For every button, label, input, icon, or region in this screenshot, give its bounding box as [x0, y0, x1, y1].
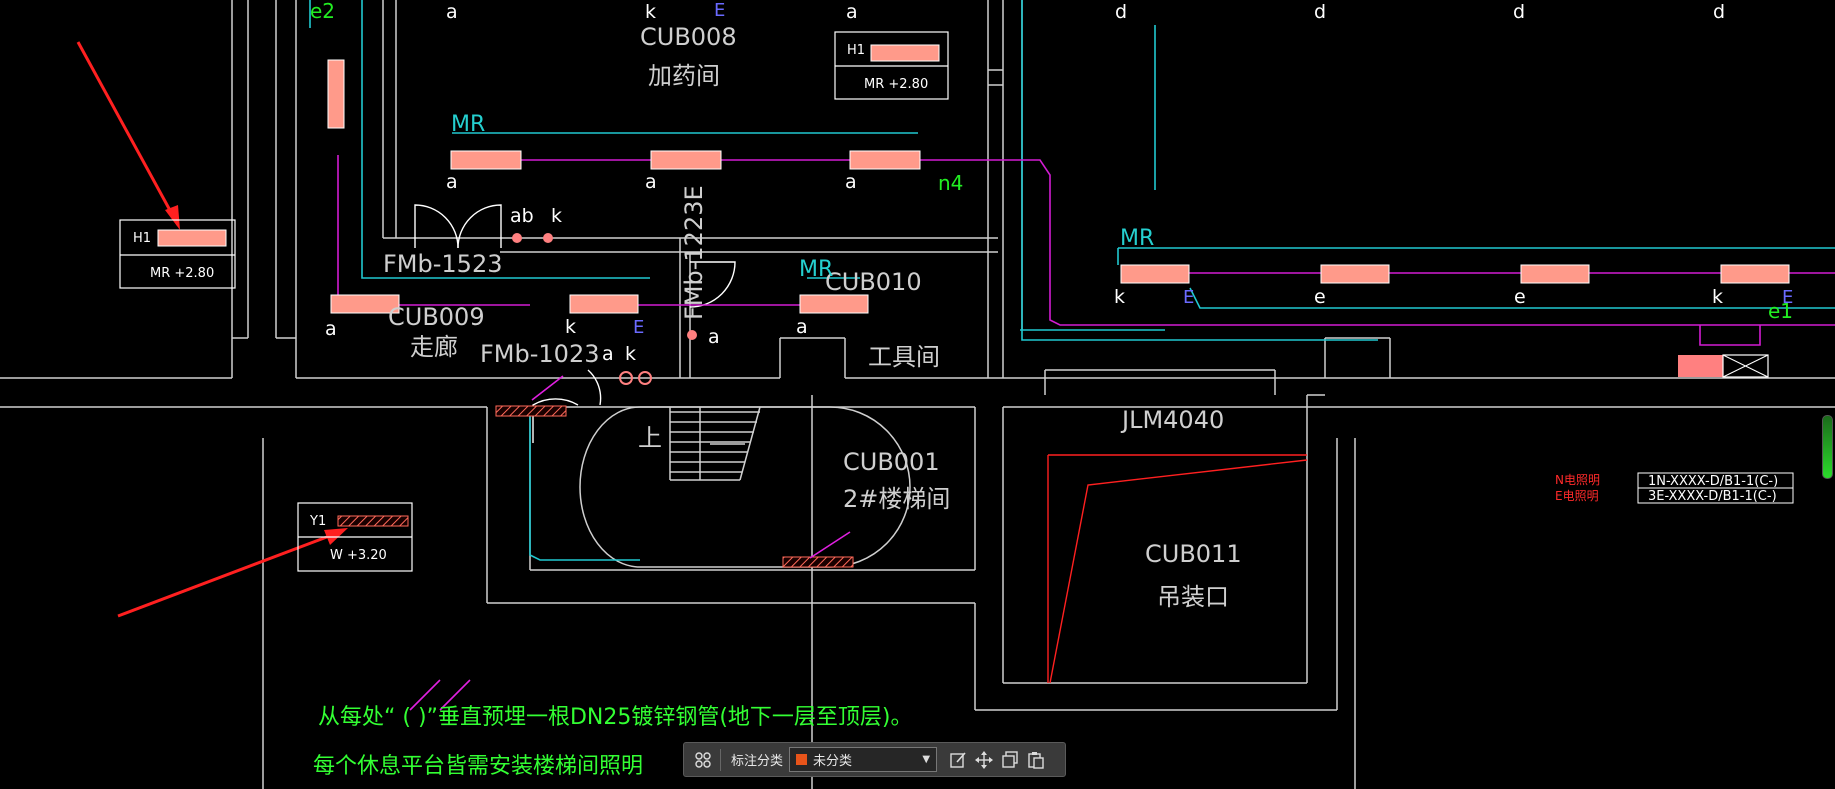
toolbar-divider — [720, 748, 721, 771]
annotation-arrow — [117, 528, 348, 618]
fixture-strip — [650, 150, 722, 170]
cable-tray-lines — [337, 155, 1835, 346]
fixture-strip — [569, 294, 639, 314]
legend-elevation: MR +2.80 — [150, 266, 214, 281]
zoom-scroll-indicator[interactable] — [1822, 415, 1833, 479]
circuit-label: E — [714, 0, 725, 21]
circuit-label: E — [633, 317, 644, 338]
walls — [0, 0, 1835, 789]
legend-elevation: W +3.20 — [330, 548, 387, 563]
fixture-strip — [327, 59, 345, 129]
grid-icon[interactable] — [690, 747, 716, 773]
legend-tag: Y1 — [309, 514, 326, 529]
room-name: 加药间 — [648, 62, 720, 90]
circuit-label: a — [446, 171, 458, 193]
move-icon[interactable] — [971, 747, 997, 773]
circuit-label: a — [846, 1, 858, 23]
circuit-label: a — [708, 326, 720, 348]
legend-box-h1-2: H1 MR +2.80 — [834, 31, 949, 100]
wall-light-hatched — [782, 556, 854, 568]
note-line-2: 每个休息平台皆需安装楼梯间照明 — [313, 754, 643, 779]
room-name: 走廊 — [410, 333, 458, 361]
door-label: FMb-1023 — [480, 340, 599, 368]
copy-icon[interactable] — [997, 747, 1023, 773]
circuit-label: k — [1712, 286, 1723, 308]
category-color-swatch — [796, 754, 808, 765]
circuit-label: e — [1314, 286, 1326, 308]
mr-label: MR — [1120, 226, 1154, 251]
circuit-label: a — [602, 343, 614, 365]
room-name: 吊装口 — [1157, 583, 1229, 611]
legend-tag: H1 — [847, 43, 865, 58]
circuit-label: k — [565, 316, 576, 338]
fixture-strip — [157, 229, 227, 247]
panel-n-label: N电照明 — [1555, 473, 1600, 487]
annotation-toolbar: 标注分类 未分类 ▼ — [683, 742, 1066, 777]
annotation-arrow — [76, 41, 180, 230]
panel-line-1: 1N-XXXX-D/B1-1(C-) — [1648, 474, 1778, 489]
circuit-label: e — [1514, 286, 1526, 308]
door-code: JLM4040 — [1120, 406, 1224, 434]
circuit-label: d — [1314, 1, 1326, 23]
room-name: 工具间 — [868, 343, 940, 371]
legend-elevation: MR +2.80 — [864, 77, 928, 92]
legend-box-y1: Y1 W +3.20 — [297, 502, 413, 572]
room-code: CUB010 — [825, 268, 922, 296]
circuit-label: k — [645, 1, 656, 23]
lifting-opening-lines — [1047, 454, 1308, 684]
circuit-label: k — [625, 343, 636, 365]
magenta-arrows — [409, 375, 851, 711]
note-line-1: 从每处“ ( )”垂直预埋一根DN25镀锌钢管(地下一层至顶层)。 — [318, 705, 913, 730]
fixture-strip — [799, 294, 869, 314]
circuit-label: k — [551, 205, 562, 227]
category-select-value: 未分类 — [813, 754, 853, 769]
circuit-label: a — [645, 171, 657, 193]
circuit-label: E — [1183, 287, 1194, 308]
mr-label: MR — [451, 112, 485, 137]
circuit-label: d — [1713, 1, 1725, 23]
fixture-strip — [1320, 264, 1390, 284]
panel-reference: N电照明 E电照明 1N-XXXX-D/B1-1(C-) 3E-XXXX-D/B… — [1555, 472, 1794, 504]
fixture-strip — [870, 44, 940, 62]
room-code: CUB009 — [388, 303, 485, 331]
fixture-strip — [450, 150, 522, 170]
panel-line-2: 3E-XXXX-D/B1-1(C-) — [1648, 489, 1777, 504]
circuit-label: a — [325, 318, 337, 340]
wall-light-hatched — [495, 405, 567, 417]
fixture-strip — [849, 150, 921, 170]
circuit-label: e2 — [310, 0, 335, 23]
conduit-lines — [309, 0, 1835, 561]
circuit-label: a — [796, 316, 808, 338]
door-label: FMb-1223E — [680, 185, 708, 320]
circuit-label: ab — [510, 205, 534, 227]
circuit-label: n4 — [938, 171, 963, 195]
cad-drawing-canvas[interactable]: H1 MR +2.80 H1 MR +2.80 Y1 W +3.20 CUB00… — [0, 0, 1835, 789]
room-code: CUB001 — [843, 448, 940, 476]
circuit-label: E — [1782, 287, 1793, 308]
stair-up-label: 上 — [638, 424, 662, 452]
room-code: CUB011 — [1145, 540, 1242, 568]
chevron-down-icon: ▼ — [922, 754, 931, 765]
room-code: CUB008 — [640, 23, 737, 51]
fixture-strip — [1720, 264, 1790, 284]
door-label: FMb-1523 — [383, 250, 502, 278]
annotation-category-label: 标注分类 — [731, 754, 784, 769]
category-select[interactable]: 未分类 ▼ — [789, 747, 938, 772]
fixture-strip — [1120, 264, 1190, 284]
circuit-label: d — [1115, 1, 1127, 23]
mr-label: MR — [799, 257, 833, 282]
circuit-label: a — [845, 171, 857, 193]
panel-e-label: E电照明 — [1555, 489, 1599, 503]
room-name: 2#楼梯间 — [843, 485, 950, 513]
circuit-label: d — [1513, 1, 1525, 23]
equipment-box — [1678, 354, 1769, 378]
fixture-strip — [1520, 264, 1590, 284]
circuit-label: k — [1114, 286, 1125, 308]
circuit-label: a — [446, 1, 458, 23]
legend-tag: H1 — [133, 231, 151, 246]
edit-icon[interactable] — [945, 747, 971, 773]
paste-icon[interactable] — [1023, 747, 1049, 773]
